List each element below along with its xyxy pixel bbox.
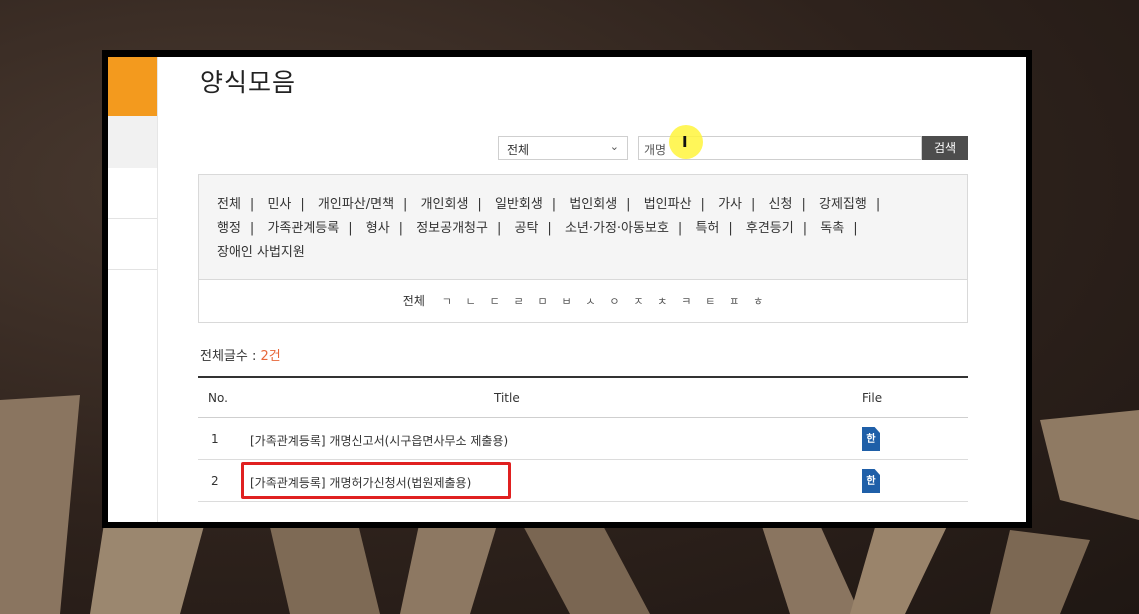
header-no: No. [208,391,228,405]
table-row: 1 [가족관계등록] 개명신고서(시구읍면사무소 제출용) 한 [198,418,968,460]
category-link[interactable]: 개인회생 [421,197,469,212]
consonant-link[interactable]: ㅁ [538,280,548,323]
category-link[interactable]: 형사 [366,221,390,236]
sidebar-divider [108,218,157,219]
category-link[interactable]: 가사 [718,197,742,212]
hwp-file-icon[interactable]: 한 [862,427,880,451]
consonant-link[interactable]: ㄹ [514,280,524,323]
category-link[interactable]: 독촉 [820,221,844,236]
hwp-file-icon[interactable]: 한 [862,469,880,493]
total-count-value: 2건 [260,349,281,364]
highlight-annotation-box [241,462,511,499]
sidebar-item[interactable] [108,116,157,168]
consonant-all-link[interactable]: 전체 [403,280,425,323]
category-link[interactable]: 법인회생 [569,197,617,212]
category-link[interactable]: 가족관계등록 [267,221,339,236]
row-no: 2 [211,474,219,488]
category-link[interactable]: 특허 [695,221,719,236]
category-link[interactable]: 행정 [217,221,241,236]
category-link[interactable]: 개인파산/면책 [318,197,394,212]
consonant-link[interactable]: ㅌ [705,280,715,323]
row-title-link[interactable]: [가족관계등록] 개명신고서(시구읍면사무소 제출용) [250,432,508,449]
consonant-link[interactable]: ㅅ [585,280,595,323]
category-link[interactable]: 장애인 사법지원 [217,245,305,260]
category-filter-box: 전체 | 민사 | 개인파산/면책 | 개인회생 | 일반회생 | 법인회생 | 법인파산 |… [198,174,968,280]
category-link[interactable]: 전체 [217,197,241,212]
category-link[interactable]: 후견등기 [746,221,794,236]
text-cursor-icon: I [682,133,688,151]
category-select[interactable]: 전체 ⌄ [498,136,628,160]
consonant-link[interactable]: ㅋ [681,280,691,323]
chevron-down-icon: ⌄ [609,140,619,153]
browser-page: 양식모음 전체 ⌄ 개명 I 검색 전체 | 민사 | 개인파산/면책 | 개인회생 |… [108,57,1026,522]
sidebar-active-item[interactable] [108,57,157,116]
category-link[interactable]: 공탁 [515,221,539,236]
category-link[interactable]: 정보공개청구 [416,221,488,236]
consonant-link[interactable]: ㅇ [609,280,619,323]
header-file: File [862,391,883,405]
category-link[interactable]: 소년·가정·아동보호 [565,221,669,236]
category-link[interactable]: 민사 [267,197,291,212]
total-count: 전체글수 : 2건 [200,345,281,364]
consonant-link[interactable]: ㄱ [442,280,452,323]
consonant-link[interactable]: ㄷ [490,280,500,323]
category-link[interactable]: 신청 [769,197,793,212]
sidebar [108,57,158,522]
consonant-link[interactable]: ㅊ [657,280,667,323]
consonant-link[interactable]: ㅈ [633,280,643,323]
consonant-link[interactable]: ㅍ [729,280,739,323]
header-title: Title [494,391,520,405]
consonant-filter-bar: 전체 ㄱ ㄴ ㄷ ㄹ ㅁ ㅂ ㅅ ㅇ ㅈ ㅊ ㅋ ㅌ ㅍ ㅎ [198,280,968,323]
sidebar-divider [108,269,157,270]
table-header: No. Title File [198,376,968,418]
category-select-value: 전체 [507,143,530,157]
category-link[interactable]: 일반회생 [495,197,543,212]
consonant-link[interactable]: ㅎ [753,280,763,323]
row-no: 1 [211,432,219,446]
consonant-link[interactable]: ㄴ [466,280,476,323]
page-title: 양식모음 [200,68,297,97]
category-link[interactable]: 법인파산 [644,197,692,212]
search-button[interactable]: 검색 [922,136,968,160]
category-link[interactable]: 강제집행 [819,197,867,212]
total-count-label: 전체글수 : [200,349,261,364]
consonant-link[interactable]: ㅂ [561,280,571,323]
